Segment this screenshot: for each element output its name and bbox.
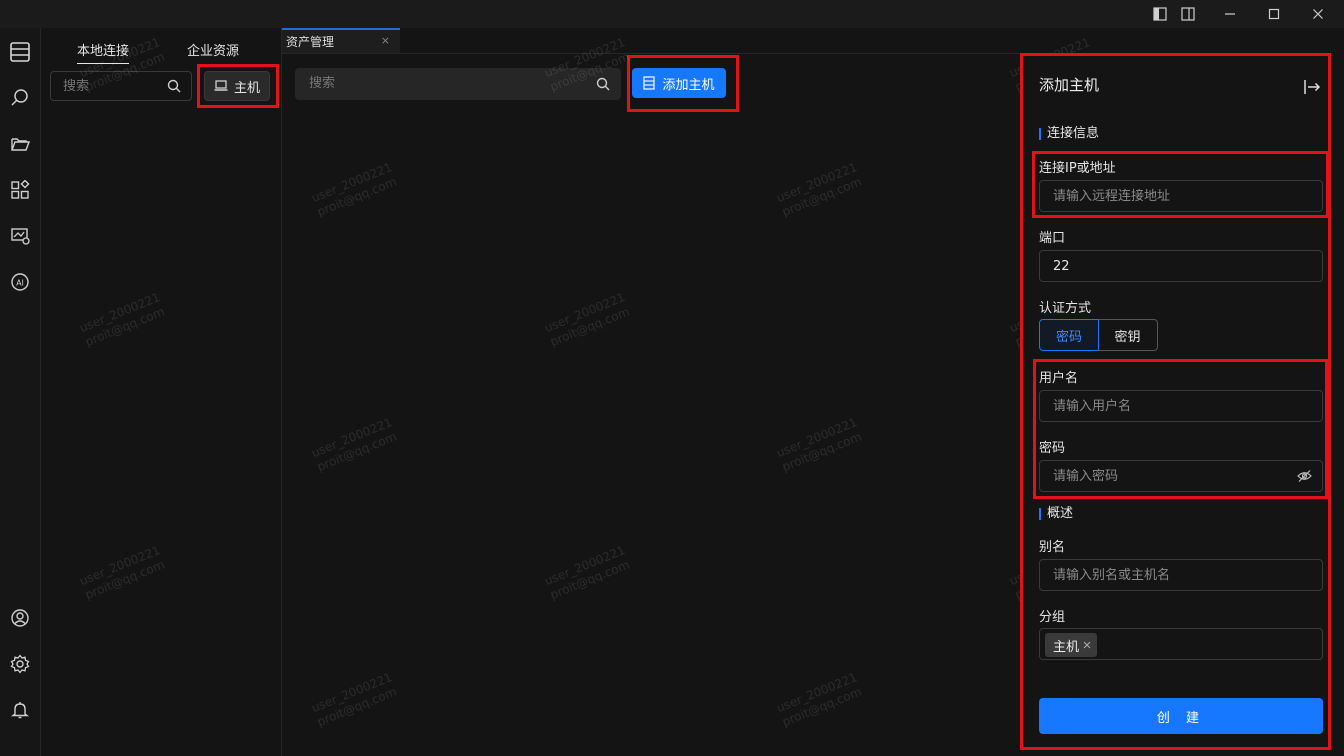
watermark: user_2000221proit@qq.com	[542, 543, 632, 603]
layout-split-icon[interactable]	[1168, 0, 1208, 28]
ip-input[interactable]	[1051, 188, 1295, 205]
user-icon[interactable]	[8, 606, 32, 630]
settings-icon[interactable]	[8, 652, 32, 676]
tab-local-label: 本地连接	[77, 44, 130, 59]
collapse-drawer-icon[interactable]	[1303, 78, 1321, 96]
alias-input[interactable]	[1051, 567, 1295, 584]
port-input[interactable]	[1051, 258, 1295, 275]
password-input[interactable]	[1051, 468, 1295, 485]
group-tag-label: 主机	[1053, 639, 1080, 655]
server-add-icon	[643, 76, 656, 90]
active-tab-underline	[77, 63, 130, 64]
main-search-box[interactable]	[295, 68, 621, 100]
eye-slash-icon[interactable]	[1297, 469, 1312, 483]
watermark: user_2000221proit@qq.com	[774, 670, 864, 730]
port-field[interactable]	[1039, 250, 1323, 282]
laptop-icon	[214, 80, 228, 92]
tab-asset-management[interactable]: 资产管理 ×	[282, 28, 400, 53]
auth-label: 认证方式	[1039, 301, 1092, 316]
monitor-icon[interactable]	[8, 224, 32, 248]
create-button[interactable]: 创 建	[1039, 698, 1323, 734]
auth-option-password[interactable]: 密码	[1039, 319, 1099, 351]
auth-option-key[interactable]: 密钥	[1098, 319, 1158, 351]
watermark: user_2000221proit@qq.com	[542, 290, 632, 350]
alias-field[interactable]	[1039, 559, 1323, 591]
section-overview: 概述	[1039, 507, 1073, 520]
main-search-icon[interactable]	[596, 77, 610, 91]
remove-tag-icon[interactable]	[1083, 641, 1091, 649]
group-label: 分组	[1039, 610, 1066, 625]
password-label: 密码	[1039, 441, 1066, 456]
password-field[interactable]	[1039, 460, 1323, 492]
left-search-input[interactable]	[61, 78, 165, 95]
watermark: user_2000221proit@qq.com	[309, 160, 399, 220]
search-icon[interactable]	[8, 86, 32, 110]
left-search-icon[interactable]	[167, 79, 181, 93]
username-field[interactable]	[1039, 390, 1323, 422]
maximize-icon[interactable]	[1254, 0, 1294, 28]
drawer-title: 添加主机	[1039, 76, 1100, 94]
ai-icon[interactable]: AI	[8, 270, 32, 294]
left-search-box[interactable]	[50, 71, 192, 101]
group-tag: 主机	[1045, 633, 1098, 657]
apps-icon[interactable]	[8, 178, 32, 202]
server-list-icon[interactable]	[8, 40, 32, 64]
watermark: user_2000221proit@qq.com	[774, 415, 864, 475]
username-input[interactable]	[1051, 398, 1295, 415]
close-tab-icon[interactable]: ×	[381, 34, 390, 47]
minimize-icon[interactable]	[1210, 0, 1250, 28]
tab-bar-divider	[282, 53, 1020, 54]
username-label: 用户名	[1039, 371, 1079, 386]
host-filter-button[interactable]: 主机	[204, 71, 270, 101]
close-window-icon[interactable]	[1298, 0, 1338, 28]
tab-enterprise-resources[interactable]: 企业资源	[187, 40, 239, 59]
doc-tab-label: 资产管理	[286, 35, 335, 49]
folder-icon[interactable]	[8, 132, 32, 156]
main-search-input[interactable]	[307, 75, 581, 92]
port-label: 端口	[1039, 231, 1066, 246]
add-host-label: 添加主机	[662, 77, 715, 93]
section-connection-info: 连接信息	[1039, 127, 1099, 140]
watermark: user_2000221proit@qq.com	[309, 670, 399, 730]
alias-label: 别名	[1039, 540, 1066, 555]
ip-label: 连接IP或地址	[1039, 161, 1116, 176]
connections-panel	[41, 28, 282, 756]
add-host-button[interactable]: 添加主机	[632, 68, 726, 98]
tab-local-connections[interactable]: 本地连接	[77, 40, 130, 64]
tab-enterprise-label: 企业资源	[187, 44, 240, 59]
bell-icon[interactable]	[8, 698, 32, 722]
ip-field[interactable]	[1039, 180, 1323, 212]
watermark: user_2000221proit@qq.com	[309, 415, 399, 475]
svg-text:AI: AI	[16, 279, 24, 288]
host-button-label: 主机	[233, 80, 260, 96]
watermark: user_2000221proit@qq.com	[774, 160, 864, 220]
